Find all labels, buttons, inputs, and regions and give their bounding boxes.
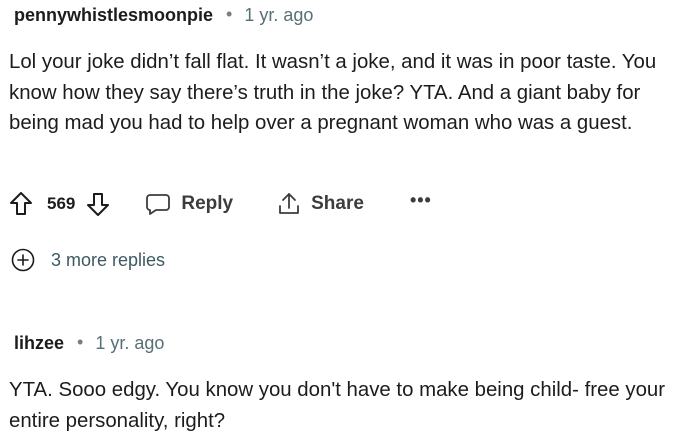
comment-body: YTA. Sooo edgy. You know you don't have … (9, 379, 666, 432)
share-button[interactable]: Share (277, 191, 364, 217)
comment-author[interactable]: pennywhistlesmoonpie (14, 5, 213, 26)
ellipsis-icon: ••• (409, 189, 432, 210)
reply-button[interactable]: Reply (145, 192, 233, 216)
speech-bubble-icon (145, 192, 171, 216)
comment-author[interactable]: lihzee (14, 333, 64, 354)
vote-score: 569 (47, 194, 76, 213)
comment-action-bar: 569 Reply Share ••• (8, 186, 432, 222)
plus-circle-icon (11, 248, 35, 272)
meta-separator-dot: • (226, 3, 233, 24)
more-replies-button[interactable]: 3 more replies (11, 248, 165, 272)
downvote-button[interactable] (85, 190, 111, 218)
comment-meta: pennywhistlesmoonpie • 1 yr. ago (14, 0, 313, 30)
upvote-button[interactable] (8, 190, 34, 218)
more-options-button[interactable]: ••• (410, 190, 432, 211)
reply-label: Reply (181, 193, 234, 214)
comment-body: Lol your joke didn’t fall flat. It wasn’… (9, 51, 657, 134)
meta-separator-dot: • (77, 331, 84, 352)
share-label: Share (311, 193, 364, 214)
share-upload-icon (277, 191, 301, 217)
upvote-arrow-icon (10, 192, 32, 215)
more-replies-label: 3 more replies (51, 249, 166, 270)
comment-timestamp[interactable]: 1 yr. ago (244, 5, 313, 26)
downvote-arrow-icon (87, 193, 110, 216)
comment-meta: lihzee • 1 yr. ago (14, 328, 164, 358)
comment-timestamp[interactable]: 1 yr. ago (95, 333, 164, 354)
